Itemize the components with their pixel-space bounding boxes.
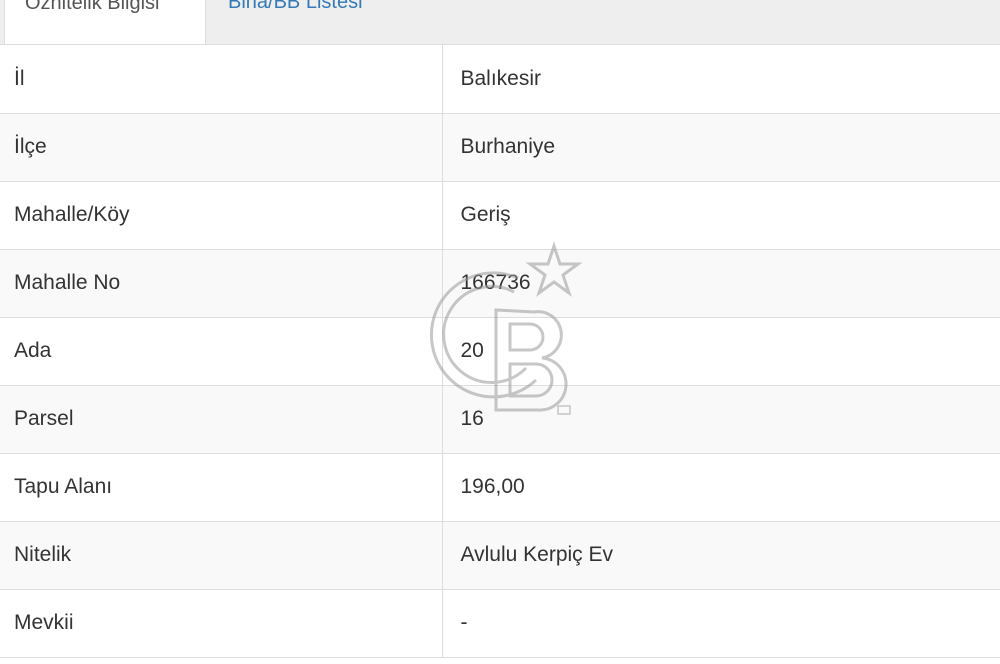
row-value: 196,00: [441, 452, 1000, 522]
tab-bar: Öznitelik Bilgisi Bina/BB Listesi: [0, 0, 1000, 45]
row-label: İl: [0, 45, 442, 114]
row-label: Parsel: [0, 384, 442, 454]
row-label: Mahalle No: [0, 248, 442, 318]
parcel-info-panel: Öznitelik Bilgisi Bina/BB Listesi İl Bal…: [0, 0, 1000, 664]
table-row: Tapu Alanı 196,00: [0, 452, 1000, 522]
row-value: 16: [441, 384, 1000, 454]
attribute-table: İl Balıkesir İlçe Burhaniye Mahalle/Köy …: [0, 45, 1000, 658]
table-row: İlçe Burhaniye: [0, 112, 1000, 182]
table-row: Nitelik Avlulu Kerpiç Ev: [0, 520, 1000, 590]
row-value: Geriş: [441, 180, 1000, 250]
table-row: Ada 20: [0, 316, 1000, 386]
row-label: Tapu Alanı: [0, 452, 442, 522]
row-value: 20: [441, 316, 1000, 386]
row-value: 166736: [441, 248, 1000, 318]
row-label: İlçe: [0, 112, 442, 182]
table-row: Mevkii -: [0, 588, 1000, 658]
row-value: Avlulu Kerpiç Ev: [441, 520, 1000, 590]
row-label: Mahalle/Köy: [0, 180, 442, 250]
row-value: Balıkesir: [441, 45, 1000, 114]
row-value: -: [441, 588, 1000, 658]
row-label: Ada: [0, 316, 442, 386]
table-row: Parsel 16: [0, 384, 1000, 454]
table-row: Mahalle/Köy Geriş: [0, 180, 1000, 250]
row-value: Burhaniye: [441, 112, 1000, 182]
tab-building-list[interactable]: Bina/BB Listesi: [208, 0, 428, 44]
row-label: Nitelik: [0, 520, 442, 590]
tab-attribute-info[interactable]: Öznitelik Bilgisi: [4, 0, 206, 44]
table-row: İl Balıkesir: [0, 45, 1000, 114]
row-label: Mevkii: [0, 588, 442, 658]
table-row: Mahalle No 166736: [0, 248, 1000, 318]
